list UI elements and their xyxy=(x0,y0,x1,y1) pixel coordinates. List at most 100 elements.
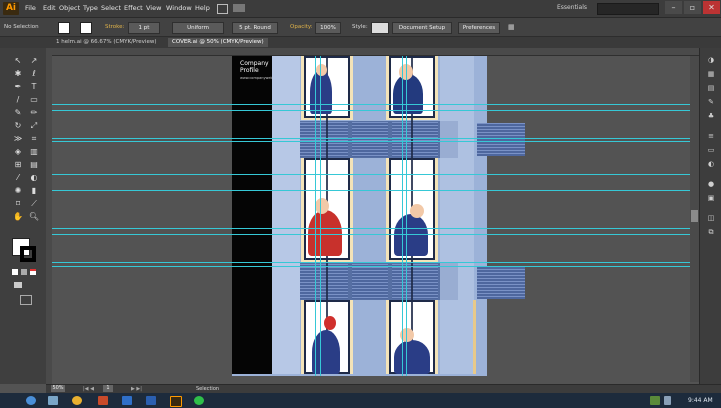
menu-object[interactable]: Object xyxy=(59,4,80,12)
minimize-button[interactable]: – xyxy=(665,1,682,14)
rectangle-tool-icon[interactable]: ▭ xyxy=(28,95,40,105)
type-tool-icon[interactable]: T xyxy=(28,82,40,92)
rotate-icon[interactable]: ↻ xyxy=(12,121,24,131)
arrange-documents-icon[interactable] xyxy=(233,4,245,12)
taskbar-photoshop-icon[interactable] xyxy=(122,396,132,405)
free-transform-icon[interactable]: ⌗ xyxy=(28,134,40,144)
guide-horizontal[interactable] xyxy=(52,104,699,105)
last-artboard-button[interactable]: ▶ ▶| xyxy=(131,386,142,392)
appearance-icon[interactable]: ● xyxy=(705,180,717,189)
guide-vertical[interactable] xyxy=(320,56,321,376)
mesh-tool-icon[interactable]: ⊞ xyxy=(12,160,24,170)
pen-tool-icon[interactable]: ✒ xyxy=(12,82,24,92)
guide-vertical[interactable] xyxy=(406,56,407,376)
arrange-icon[interactable]: ▦ xyxy=(508,23,522,31)
guide-horizontal[interactable] xyxy=(52,138,699,139)
line-tool-icon[interactable]: / xyxy=(12,95,24,105)
hand-tool-icon[interactable]: ✋ xyxy=(12,212,24,222)
guide-vertical[interactable] xyxy=(402,56,403,376)
workspace-switcher[interactable]: Essentials xyxy=(557,4,587,11)
graph-tool-icon[interactable]: ▮ xyxy=(28,186,40,196)
stroke-weight-field[interactable]: 1 pt xyxy=(128,22,160,34)
opacity-field[interactable]: 100% xyxy=(315,22,341,34)
menu-effect[interactable]: Effect xyxy=(124,4,143,12)
guide-horizontal[interactable] xyxy=(52,266,699,267)
symbol-sprayer-icon[interactable]: ✺ xyxy=(12,186,24,196)
selection-tool-icon[interactable]: ↖ xyxy=(12,56,24,66)
tab-cover[interactable]: COVER.ai @ 50% (CMYK/Preview) xyxy=(168,38,268,47)
taskbar-clock[interactable]: 9:44 AM xyxy=(688,397,713,404)
taskbar-chrome-icon[interactable] xyxy=(72,396,82,405)
guide-horizontal[interactable] xyxy=(52,190,699,191)
blend-tool-icon[interactable]: ◐ xyxy=(28,173,40,183)
bridge-icon[interactable] xyxy=(217,4,228,14)
graphic-styles-icon[interactable]: ▣ xyxy=(705,194,717,203)
screen-mode-icon[interactable] xyxy=(20,295,32,305)
menu-select[interactable]: Select xyxy=(101,4,121,12)
scale-icon[interactable]: ⤢ xyxy=(28,121,40,131)
tray-network-icon[interactable] xyxy=(650,396,660,405)
symbols-icon[interactable]: ♣ xyxy=(705,112,717,121)
guide-horizontal[interactable] xyxy=(52,234,699,235)
gradient-panel-icon[interactable]: ▭ xyxy=(705,146,717,155)
variable-width-profile[interactable]: Uniform xyxy=(172,22,224,34)
brushes-icon[interactable]: ✎ xyxy=(705,98,717,107)
tab-helm[interactable]: 1 helm.ai @ 66.67% (CMYK/Preview) xyxy=(52,38,160,47)
taskbar-illustrator-icon[interactable] xyxy=(170,396,182,407)
preferences-button[interactable]: Preferences xyxy=(458,22,500,34)
menu-help[interactable]: Help xyxy=(195,4,210,12)
transparency-icon[interactable]: ◐ xyxy=(705,160,717,169)
lasso-icon[interactable]: ℓ xyxy=(28,69,40,79)
guide-horizontal[interactable] xyxy=(52,228,699,229)
menu-view[interactable]: View xyxy=(146,4,161,12)
color-panel-icon[interactable]: ◑ xyxy=(705,56,717,65)
shape-builder-icon[interactable]: ◈ xyxy=(12,147,24,157)
graphic-style-picker[interactable] xyxy=(371,22,389,34)
first-artboard-button[interactable]: |◀ ◀ xyxy=(83,386,94,392)
zoom-tool-icon[interactable]: 🔍︎ xyxy=(28,212,40,222)
pencil-icon[interactable]: ✏ xyxy=(28,108,40,118)
none-mode-icon[interactable] xyxy=(30,269,36,275)
brush-definition[interactable]: 5 pt. Round xyxy=(232,22,278,34)
vertical-ruler[interactable] xyxy=(46,48,52,384)
guide-vertical[interactable] xyxy=(315,56,316,376)
stroke-panel-icon[interactable]: ≡ xyxy=(705,132,717,141)
gradient-tool-icon[interactable]: ▤ xyxy=(28,160,40,170)
artboard-tool-icon[interactable]: ⌑ xyxy=(12,199,24,209)
tray-volume-icon[interactable] xyxy=(664,396,671,405)
guide-horizontal[interactable] xyxy=(52,262,699,263)
slice-tool-icon[interactable]: ⟋ xyxy=(28,199,40,209)
guide-horizontal[interactable] xyxy=(52,110,699,111)
guide-horizontal[interactable] xyxy=(52,174,699,175)
layers-icon[interactable]: ◫ xyxy=(705,214,717,223)
opacity-label[interactable]: Opacity: xyxy=(290,24,313,30)
stroke-color-box[interactable] xyxy=(20,246,36,262)
color-guide-icon[interactable]: ▦ xyxy=(705,70,717,79)
direct-selection-tool-icon[interactable]: ↗ xyxy=(28,56,40,66)
fill-swatch[interactable] xyxy=(58,22,70,34)
artboards-icon[interactable]: ⧉ xyxy=(705,228,717,237)
search-help-input[interactable] xyxy=(597,3,659,15)
perspective-grid-icon[interactable]: ▥ xyxy=(28,147,40,157)
taskbar-messenger-icon[interactable] xyxy=(194,396,204,405)
stroke-label[interactable]: Stroke: xyxy=(105,24,124,30)
artboard-number-field[interactable]: 1 xyxy=(103,385,113,392)
eyedropper-icon[interactable]: ⁄ xyxy=(12,173,24,183)
document-setup-button[interactable]: Document Setup xyxy=(392,22,452,34)
close-button[interactable]: ✕ xyxy=(703,1,720,14)
menu-edit[interactable]: Edit xyxy=(43,4,56,12)
vertical-scroll-thumb[interactable] xyxy=(691,210,698,222)
draw-mode-icon[interactable] xyxy=(14,282,22,288)
start-button-icon[interactable] xyxy=(26,396,36,405)
menu-window[interactable]: Window xyxy=(166,4,192,12)
restore-button[interactable]: ▫ xyxy=(684,1,701,14)
stroke-swatch[interactable] xyxy=(80,22,92,34)
taskbar-explorer-icon[interactable] xyxy=(48,396,58,405)
taskbar-word-icon[interactable] xyxy=(146,396,156,405)
color-mode-icon[interactable] xyxy=(12,269,18,275)
swatches-icon[interactable]: ▤ xyxy=(705,84,717,93)
guide-horizontal[interactable] xyxy=(52,141,699,142)
zoom-level-field[interactable]: 50% xyxy=(51,385,65,392)
magic-wand-icon[interactable]: ✱ xyxy=(12,69,24,79)
gradient-mode-icon[interactable] xyxy=(21,269,27,275)
